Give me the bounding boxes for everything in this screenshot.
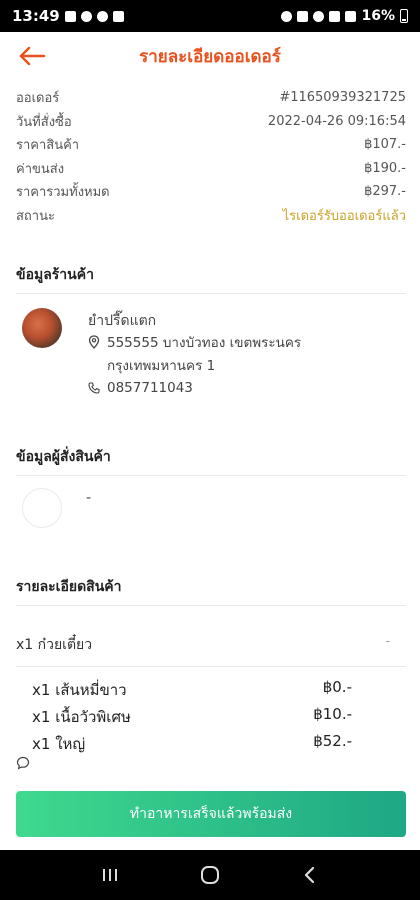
divider xyxy=(16,666,406,667)
chat-bubble-icon xyxy=(16,756,30,770)
signal-icon xyxy=(345,10,357,22)
system-nav-bar xyxy=(0,850,420,900)
option-name: x1 ใหญ่ xyxy=(32,735,86,753)
home-button[interactable] xyxy=(190,855,230,895)
mute-icon xyxy=(297,10,309,22)
item-price: - xyxy=(385,634,390,648)
buyer-avatar xyxy=(22,488,62,528)
chevron-left-icon xyxy=(304,866,315,884)
home-icon xyxy=(201,866,219,884)
location-pin-icon xyxy=(88,335,100,349)
wifi-icon xyxy=(313,10,325,22)
shipping-fee-value: ฿190.- xyxy=(364,160,406,176)
shop-section-title: ข้อมูลร้านค้า xyxy=(16,267,94,283)
product-price-row: ราคาสินค้า ฿107.- xyxy=(16,133,406,157)
divider xyxy=(16,293,406,294)
battery-percent: 16% xyxy=(361,8,395,24)
shop-avatar xyxy=(22,308,62,348)
back-nav-button[interactable] xyxy=(290,855,330,895)
order-date-row: วันที่สั่งซื้อ 2022-04-26 09:16:54 xyxy=(16,110,406,134)
option-price: ฿10.- xyxy=(313,705,352,723)
item-name: x1 ก๋วยเตี๋ยว xyxy=(16,637,93,653)
shop-phone[interactable]: 0857711043 xyxy=(107,380,193,396)
arrow-left-icon xyxy=(19,46,46,66)
shop-address: 555555 บางบัวทอง เขตพระนคร กรุงเทพมหานคร… xyxy=(107,335,302,374)
status-bar: 13:49 16% xyxy=(0,0,420,32)
product-price-label: ราคาสินค้า xyxy=(16,138,80,154)
item-option: x1 เนื้อวัวพิเศษ ฿10.- xyxy=(32,705,352,729)
notification-icon xyxy=(80,10,92,22)
shop-name: ยำปรี๊ดแตก xyxy=(88,313,157,329)
status-time: 13:49 xyxy=(12,7,60,25)
list-item: x1 ก๋วยเตี๋ยว - xyxy=(16,634,390,656)
order-id-value: #1165093932172​5 xyxy=(279,90,406,106)
recent-apps-icon xyxy=(103,869,117,881)
product-price-value: ฿107.- xyxy=(364,137,406,153)
buyer-section-title: ข้อมูลผู้สั่งสินค้า xyxy=(16,449,111,465)
option-name: x1 เนื้อวัวพิเศษ xyxy=(32,708,131,726)
heart-icon xyxy=(96,10,108,22)
total-price-value: ฿297.- xyxy=(364,184,406,200)
shipping-fee-label: ค่าขนส่ง xyxy=(16,161,65,177)
divider xyxy=(16,475,406,476)
notification-icon xyxy=(64,10,76,22)
buyer-name: - xyxy=(86,490,92,506)
order-id-row: ออเดอร์ #1165093932172​5 xyxy=(16,86,406,110)
header: รายละเอียดออเดอร์ xyxy=(0,32,420,80)
image-icon xyxy=(112,10,124,22)
option-price: ฿52.- xyxy=(313,732,352,750)
order-id-label: ออเดอร์ xyxy=(16,91,60,107)
option-price: ฿0.- xyxy=(322,678,352,696)
shipping-fee-row: ค่าขนส่ง ฿190.- xyxy=(16,157,406,181)
option-name: x1 เส้นหมี่ขาว xyxy=(32,681,127,699)
ready-to-ship-button[interactable]: ทำอาหารเสร็จแล้วพร้อมส่ง xyxy=(16,791,406,837)
item-option: x1 เส้นหมี่ขาว ฿0.- xyxy=(32,678,352,702)
order-date-value: 2022-04-26 09:16:54 xyxy=(267,113,406,129)
total-price-label: ราคารวมทั้งหมด xyxy=(16,185,110,201)
order-date-label: วันที่สั่งซื้อ xyxy=(16,114,72,130)
signal-icon xyxy=(329,10,341,22)
status-value: ไรเดอร์รับออเดอร์แล้ว xyxy=(282,208,406,224)
status-row: สถานะ ไรเดอร์รับออเดอร์แล้ว xyxy=(16,204,406,228)
status-right: 16% xyxy=(281,8,408,24)
order-info: ออเดอร์ #1165093932172​5 วันที่สั่งซื้อ … xyxy=(16,86,406,227)
status-left: 13:49 xyxy=(12,7,124,25)
total-price-row: ราคารวมทั้งหมด ฿297.- xyxy=(16,180,406,204)
alarm-icon xyxy=(281,10,293,22)
battery-icon xyxy=(400,9,408,23)
phone-icon xyxy=(88,382,100,394)
item-option: x1 ใหญ่ ฿52.- xyxy=(32,732,352,756)
back-button[interactable] xyxy=(18,42,50,70)
items-section-title: รายละเอียดสินค้า xyxy=(16,579,122,595)
recent-apps-button[interactable] xyxy=(90,855,130,895)
page-title: รายละเอียดออเดอร์ xyxy=(139,46,281,67)
status-label: สถานะ xyxy=(16,208,55,224)
divider xyxy=(16,605,406,606)
